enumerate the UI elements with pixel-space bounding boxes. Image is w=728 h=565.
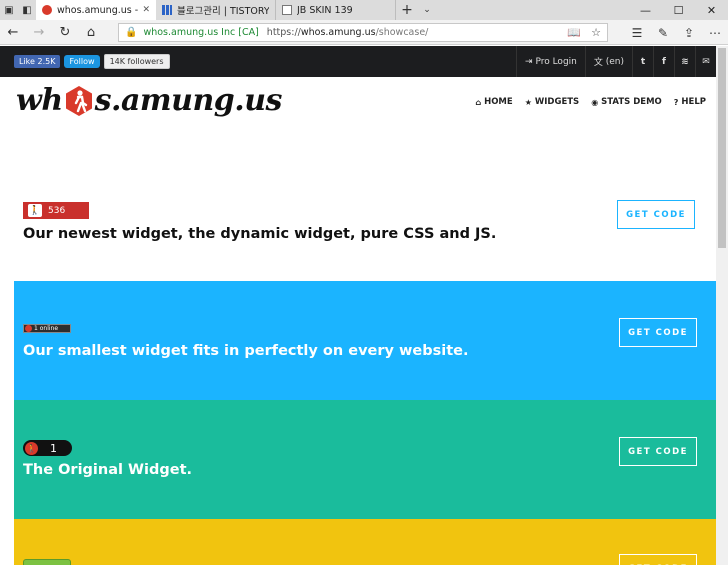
visitor-count: 1: [50, 441, 57, 455]
reading-view-icon[interactable]: 📖: [563, 26, 585, 39]
small-widget-preview[interactable]: 1 online: [23, 324, 71, 333]
get-code-button[interactable]: GET CODE: [619, 318, 697, 347]
language-label: (en): [605, 56, 624, 67]
showcase-dynamic-widget: 🚶 536 Our newest widget, the dynamic wid…: [0, 126, 716, 281]
website-viewport: Like 2.5K Follow 14K followers ⇥ Pro Log…: [0, 46, 716, 565]
home-icon[interactable]: ⌂: [78, 25, 104, 40]
scrollbar-thumb[interactable]: [718, 48, 726, 248]
back-arrow-icon[interactable]: ←: [0, 25, 26, 40]
address-toolbar: ← → ↻ ⌂ 🔒 whos.amung.us Inc [CA] https:/…: [0, 20, 728, 45]
close-tab-icon[interactable]: ✕: [142, 5, 150, 15]
tab-title: 블로그관리 | TISTORY: [177, 6, 269, 17]
rss-icon[interactable]: ≋: [674, 46, 695, 77]
email-icon[interactable]: ✉: [695, 46, 716, 77]
share-icon[interactable]: ⇪: [676, 26, 702, 40]
get-code-button[interactable]: GET CODE: [619, 437, 697, 466]
tistory-favicon: [162, 5, 172, 15]
facebook-icon[interactable]: f: [653, 46, 674, 77]
page-scrollbar[interactable]: [716, 46, 728, 565]
get-code-button[interactable]: GET CODE: [619, 554, 697, 565]
tab-tistory[interactable]: 블로그관리 | TISTORY: [156, 0, 276, 20]
url-path: /showcase/: [375, 27, 429, 38]
nav-label: HOME: [484, 97, 513, 107]
followers-count: 14K followers: [103, 54, 170, 69]
url-host: whos.amung.us: [300, 27, 376, 38]
forward-arrow-icon[interactable]: →: [26, 25, 52, 40]
twitter-follow-button[interactable]: Follow: [64, 55, 100, 68]
pro-login-link[interactable]: ⇥ Pro Login: [516, 46, 585, 77]
site-logo[interactable]: wh s.amung.us: [16, 83, 282, 118]
nav-help[interactable]: ? HELP: [674, 97, 706, 107]
twitter-icon[interactable]: t: [632, 46, 653, 77]
showcase-original-widget: 🚶 1 The Original Widget. GET CODE: [14, 400, 716, 519]
showcase-small-widget: 1 online Our smallest widget fits in per…: [14, 281, 716, 400]
favorites-hub-icon[interactable]: ☰: [624, 26, 650, 40]
walking-person-icon: 🚶: [25, 441, 38, 455]
page-favicon: [282, 5, 292, 15]
tab-title: whos.amung.us - showc: [57, 4, 139, 16]
whos-amung-us-favicon: [42, 5, 52, 15]
more-menu-icon[interactable]: ⋯: [702, 26, 728, 40]
url-scheme: https://: [266, 27, 301, 38]
set-aside-tabs-icon[interactable]: ◧: [18, 0, 36, 20]
tab-preview-chevron-icon[interactable]: ⌄: [418, 0, 436, 20]
tab-title: JB SKIN 139: [297, 4, 353, 16]
nav-home[interactable]: ⌂ HOME: [475, 97, 512, 107]
user-circle-icon: ◉: [591, 97, 599, 107]
showcase-headline: Our smallest widget fits in perfectly on…: [23, 343, 469, 359]
original-widget-preview[interactable]: 🚶 1: [23, 440, 72, 456]
online-count: 1 online: [34, 325, 59, 332]
widget-logo-icon: [25, 325, 32, 332]
pro-login-label: Pro Login: [535, 56, 577, 67]
logo-text-left: wh: [16, 83, 63, 118]
favorite-star-icon[interactable]: ☆: [585, 26, 607, 39]
home-icon: ⌂: [475, 97, 482, 107]
nav-label: HELP: [681, 97, 706, 107]
sign-in-icon: ⇥: [525, 56, 536, 67]
tab-jb-skin[interactable]: JB SKIN 139: [276, 0, 396, 20]
site-topbar: Like 2.5K Follow 14K followers ⇥ Pro Log…: [0, 46, 716, 77]
window-controls: — ☐ ✕: [629, 0, 728, 20]
site-header: wh s.amung.us ⌂ HOME ★ WIDGETS ◉ STATS DEMO…: [0, 77, 716, 127]
web-note-pen-icon[interactable]: ✎: [650, 26, 676, 40]
showcase-next-widget: GET CODE: [14, 519, 716, 565]
tab-list-icon[interactable]: ▣: [0, 0, 18, 20]
minimize-icon[interactable]: —: [629, 0, 662, 20]
new-tab-plus-icon[interactable]: +: [396, 0, 418, 20]
tab-whos-amung-us[interactable]: whos.amung.us - showc ✕: [36, 0, 156, 20]
lock-icon: 🔒: [125, 27, 138, 38]
main-nav: ⌂ HOME ★ WIDGETS ◉ STATS DEMO ? HELP: [463, 77, 706, 127]
green-widget-preview[interactable]: [23, 559, 71, 565]
star-icon: ★: [524, 97, 532, 107]
showcase-headline: The Original Widget.: [23, 462, 193, 478]
nav-label: WIDGETS: [534, 97, 580, 107]
certificate-org: whos.amung.us Inc [CA]: [143, 27, 259, 38]
dynamic-widget-preview[interactable]: 🚶 536: [23, 202, 89, 219]
visitor-count: 536: [48, 205, 66, 216]
language-selector[interactable]: 文 (en): [584, 46, 632, 77]
walking-person-icon: 🚶: [28, 204, 42, 217]
browser-tab-bar: ▣ ◧ whos.amung.us - showc ✕ 블로그관리 | TIST…: [0, 0, 728, 20]
showcase-headline: Our newest widget, the dynamic widget, p…: [23, 226, 497, 242]
question-icon: ?: [673, 97, 679, 107]
get-code-button[interactable]: GET CODE: [617, 200, 695, 229]
close-window-icon[interactable]: ✕: [695, 0, 728, 20]
url-input[interactable]: 🔒 whos.amung.us Inc [CA] https://whos.am…: [118, 23, 608, 42]
nav-stats-demo[interactable]: ◉ STATS DEMO: [591, 97, 662, 107]
nav-widgets[interactable]: ★ WIDGETS: [525, 97, 579, 107]
maximize-icon[interactable]: ☐: [662, 0, 695, 20]
logo-text-right: s.amung.us: [94, 83, 283, 118]
refresh-icon[interactable]: ↻: [52, 25, 78, 40]
language-icon: 文: [593, 58, 606, 68]
walking-person-hex-icon: [65, 85, 92, 116]
nav-label: STATS DEMO: [601, 97, 662, 107]
facebook-like-button[interactable]: Like 2.5K: [14, 55, 61, 68]
